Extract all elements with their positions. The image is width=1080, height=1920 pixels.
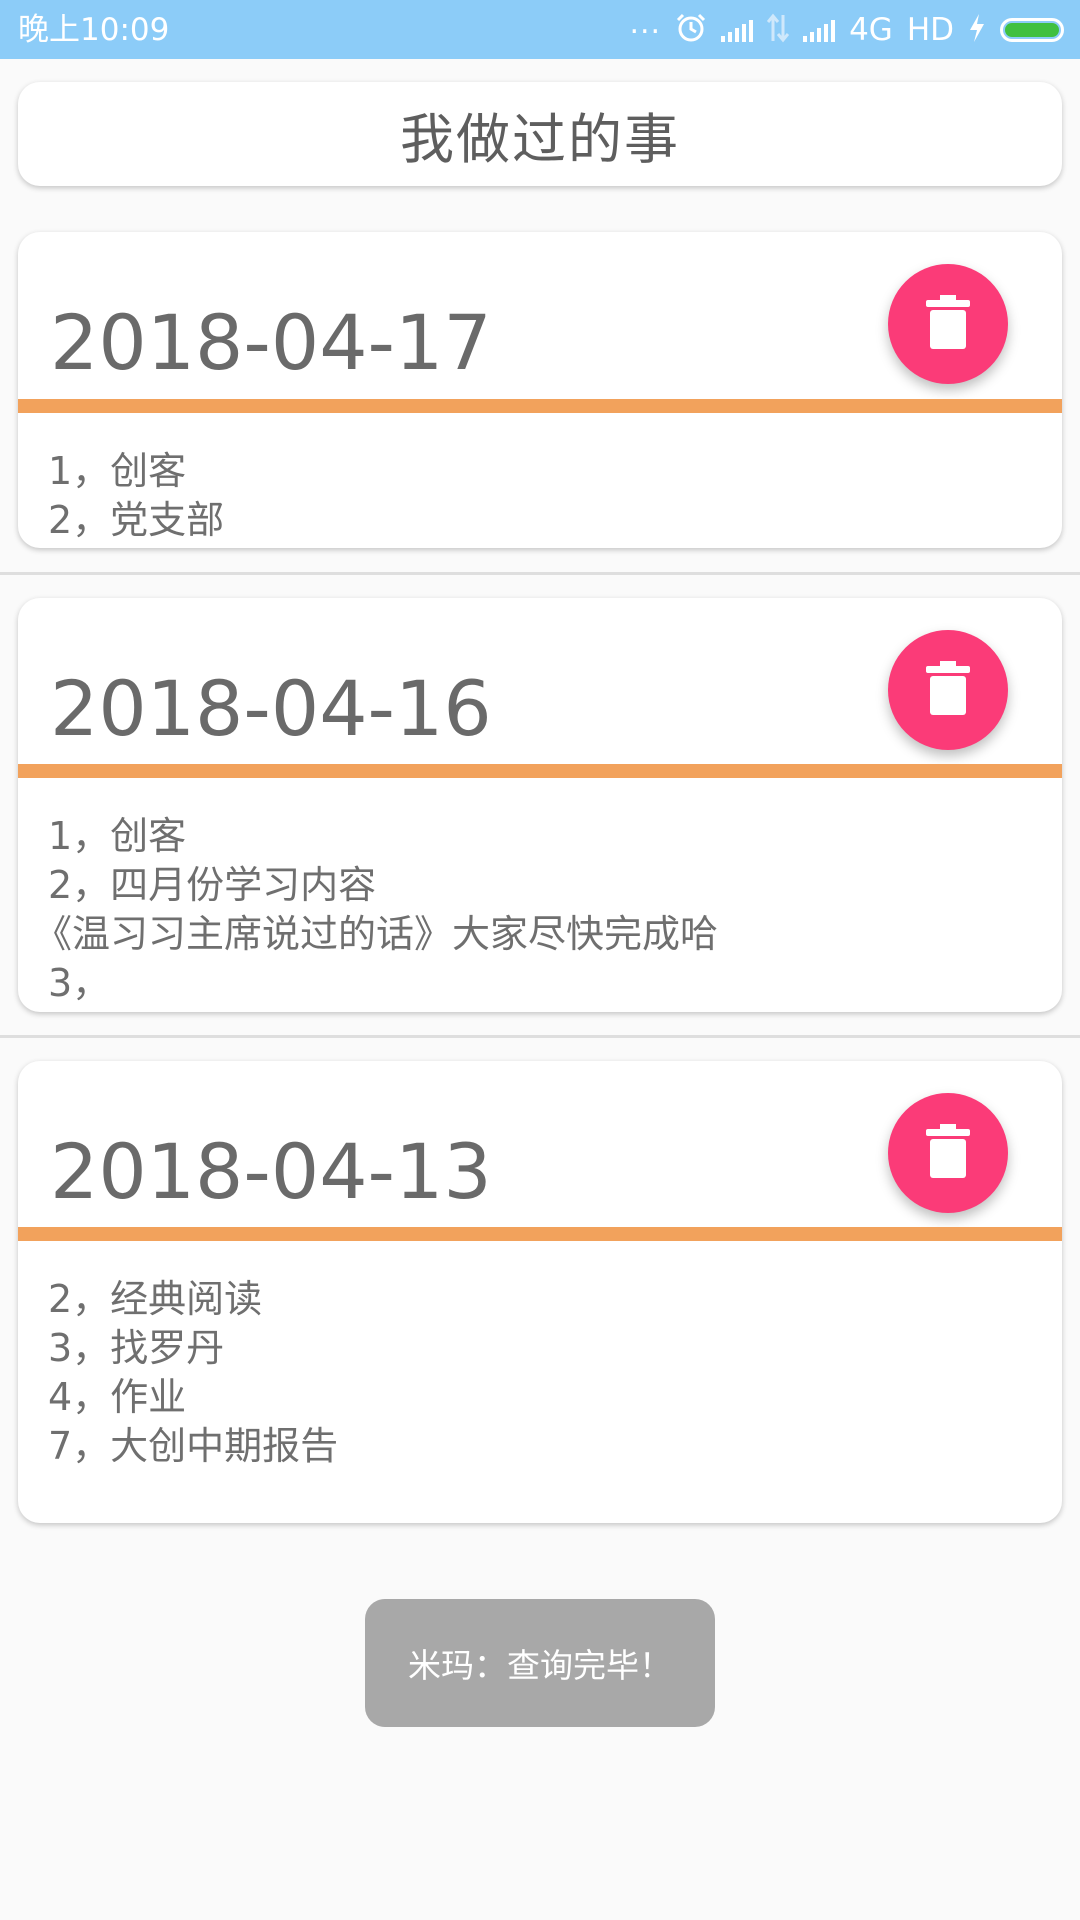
- page-title: 我做过的事: [400, 107, 680, 171]
- toast-message: 米玛：查询完毕！: [408, 1646, 672, 1685]
- trash-icon: [926, 1124, 970, 1182]
- record-date: 2018-04-16: [50, 664, 492, 753]
- record-card[interactable]: 2018-04-17 1，创客 2，党支部: [18, 232, 1062, 548]
- battery-level: [1005, 22, 1059, 37]
- title-card: 我做过的事: [18, 82, 1062, 186]
- content-line: 7，大创中期报告: [48, 1424, 339, 1468]
- data-transfer-icon: [766, 13, 790, 47]
- content-line: 1，创客: [48, 449, 187, 493]
- record-card[interactable]: 2018-04-13 2，经典阅读 3，找罗丹 4，作业 7，大创中期报告: [18, 1061, 1062, 1523]
- accent-line: [18, 764, 1062, 778]
- charging-icon: [968, 13, 986, 47]
- content-line: 4，作业: [48, 1375, 187, 1419]
- status-bar: 晚上10:09 ... 4G HD: [0, 0, 1080, 59]
- record-content: 2，经典阅读 3，找罗丹 4，作业 7，大创中期报告: [48, 1275, 338, 1471]
- hd-indicator: HD: [906, 11, 954, 48]
- record-content: 1，创客 2，党支部: [48, 447, 224, 545]
- record-date: 2018-04-13: [50, 1127, 492, 1216]
- trash-icon: [926, 661, 970, 719]
- alarm-icon: [675, 12, 707, 48]
- signal-icon: [721, 18, 754, 42]
- accent-line: [18, 399, 1062, 413]
- record-content: 1，创客 2，四月份学习内容 《温习习主席说过的话》大家尽快完成哈 3，: [34, 812, 718, 1008]
- accent-line: [18, 1227, 1062, 1241]
- trash-icon: [926, 295, 970, 353]
- signal-icon: [803, 18, 836, 42]
- network-type: 4G: [849, 11, 893, 48]
- content-line: 2，四月份学习内容: [48, 863, 377, 907]
- record-card[interactable]: 2018-04-16 1，创客 2，四月份学习内容 《温习习主席说过的话》大家尽…: [18, 598, 1062, 1012]
- content-line: 2，经典阅读: [48, 1277, 263, 1321]
- divider: [0, 572, 1080, 575]
- content-line: 3，: [48, 961, 111, 1005]
- battery-icon: [1000, 17, 1064, 42]
- delete-button[interactable]: [888, 1093, 1008, 1213]
- toast: 米玛：查询完毕！: [365, 1599, 715, 1727]
- status-icons: ... 4G HD: [629, 0, 1064, 59]
- record-date: 2018-04-17: [50, 298, 492, 387]
- delete-button[interactable]: [888, 264, 1008, 384]
- delete-button[interactable]: [888, 630, 1008, 750]
- content-line: 1，创客: [48, 814, 187, 858]
- divider: [0, 1035, 1080, 1038]
- content-line: 《温习习主席说过的话》大家尽快完成哈: [34, 912, 719, 956]
- content-line: 3，找罗丹: [48, 1326, 225, 1370]
- more-dots: ...: [629, 6, 662, 41]
- status-time: 晚上10:09: [18, 12, 170, 48]
- content-line: 2，党支部: [48, 498, 225, 542]
